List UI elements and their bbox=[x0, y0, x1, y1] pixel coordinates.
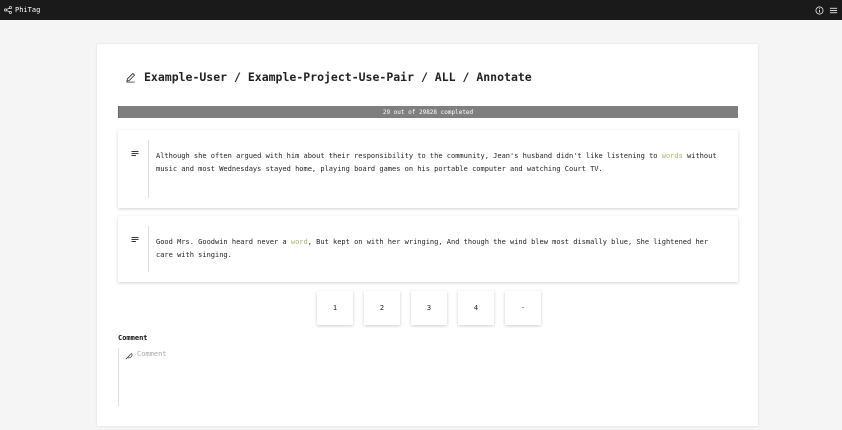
label-button-2[interactable]: 2 bbox=[364, 291, 400, 325]
top-bar: PhiTag bbox=[0, 0, 842, 20]
app-brand[interactable]: PhiTag bbox=[4, 6, 40, 14]
comment-label: Comment bbox=[118, 334, 148, 342]
sentence-card-1: Although she often argued with him about… bbox=[118, 130, 738, 208]
feather-icon bbox=[125, 353, 133, 360]
comment-input[interactable] bbox=[137, 350, 437, 358]
comment-field[interactable] bbox=[118, 348, 739, 406]
align-left-icon bbox=[131, 237, 139, 242]
label-button-3[interactable]: 3 bbox=[411, 291, 447, 325]
label-button-4[interactable]: 4 bbox=[458, 291, 494, 325]
sentence-divider bbox=[148, 226, 149, 272]
sentence-divider bbox=[148, 140, 149, 198]
label-button-1[interactable]: 1 bbox=[317, 291, 353, 325]
breadcrumb: Example-User / Example-Project-Use-Pair … bbox=[144, 70, 532, 84]
progress-fill bbox=[118, 106, 119, 118]
sentence-before: Good Mrs. Goodwin heard never a bbox=[156, 238, 291, 246]
target-word: words bbox=[661, 152, 683, 160]
share-nodes-icon bbox=[4, 6, 12, 14]
progress-bar: 29 out of 29828 completed bbox=[118, 106, 738, 118]
pencil-icon bbox=[126, 72, 135, 82]
sentence-text: Good Mrs. Goodwin heard never a word, Bu… bbox=[156, 236, 718, 261]
page-title: Example-User / Example-Project-Use-Pair … bbox=[125, 70, 532, 84]
annotation-card: Example-User / Example-Project-Use-Pair … bbox=[97, 44, 758, 426]
info-circle-icon[interactable] bbox=[815, 6, 824, 15]
target-word: word bbox=[290, 238, 308, 246]
menu-icon[interactable] bbox=[829, 6, 838, 15]
label-button-cannot-decide[interactable]: - bbox=[505, 291, 541, 325]
sentence-card-2: Good Mrs. Goodwin heard never a word, Bu… bbox=[118, 216, 738, 282]
progress-text: 29 out of 29828 completed bbox=[382, 108, 474, 116]
sentence-text: Although she often argued with him about… bbox=[156, 150, 718, 175]
label-buttons: 1 2 3 4 - bbox=[317, 291, 541, 325]
app-name: PhiTag bbox=[15, 6, 41, 14]
align-left-icon bbox=[131, 151, 139, 156]
sentence-before: Although she often argued with him about… bbox=[156, 152, 662, 160]
